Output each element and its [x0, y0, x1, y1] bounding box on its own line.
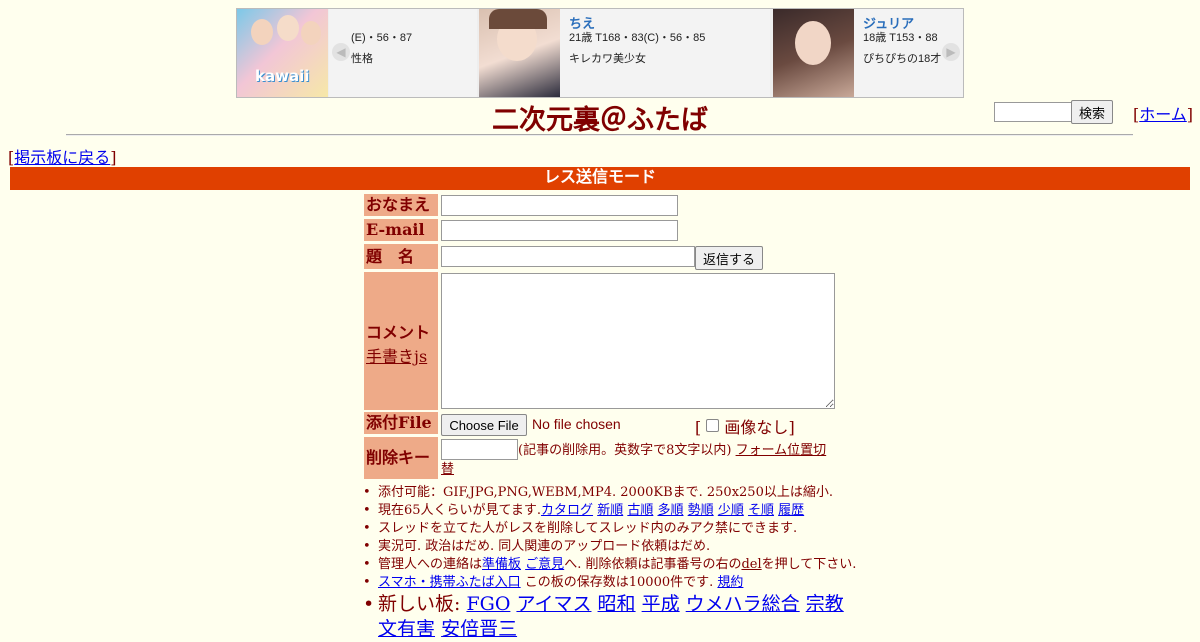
feedback-link[interactable]: ご意見: [525, 557, 564, 572]
viewer-count: 現在65人くらいが見てます.: [378, 503, 542, 518]
subject-field[interactable]: [441, 246, 695, 267]
ad-photo-2[interactable]: [479, 9, 560, 97]
note-item: スレッドを立てた人がレスを削除してスレッド内のみアク禁にできます.: [363, 520, 858, 538]
no-image-label: 画像なし: [724, 418, 789, 437]
comment-label: コメント: [366, 323, 431, 342]
sort-old-link[interactable]: 古順: [627, 503, 653, 518]
delkey-label: 削除キー: [364, 437, 438, 479]
board-link-bunyugai[interactable]: 文有害: [378, 618, 435, 640]
board-link-umehara[interactable]: ウメハラ総合: [686, 593, 800, 615]
handwrite-link[interactable]: 手書きjs: [366, 347, 427, 366]
mobile-entry-link[interactable]: スマホ・携帯ふたば入口: [378, 575, 521, 590]
new-boards-label: 新しい板:: [378, 593, 461, 615]
file-label: 添付File: [364, 412, 438, 434]
board-link-fgo[interactable]: FGO: [466, 593, 510, 615]
divider: [66, 134, 1133, 136]
sort-momentum-link[interactable]: 勢順: [688, 503, 714, 518]
note-item: 現在65人くらいが見てます.カタログ 新順 古順 多順 勢順 少順 そ順 履歴: [363, 502, 858, 520]
ad-card-3-line1: 18歳 T153・88: [863, 32, 938, 44]
note-text: 実況可. 政治はだめ. 同人関連のアップロード依頼はだめ.: [378, 539, 711, 554]
del-text: del: [741, 557, 762, 572]
search-input[interactable]: [994, 102, 1074, 122]
board-link-heisei[interactable]: 平成: [642, 593, 680, 615]
comment-field[interactable]: [441, 273, 835, 409]
email-label: E-mail: [364, 219, 438, 241]
note-item: スマホ・携帯ふたば入口 この板の保存数は10000件です. 規約: [363, 574, 858, 592]
sort-many-link[interactable]: 多順: [658, 503, 684, 518]
file-status: No file chosen: [532, 416, 621, 432]
note-text: へ. 削除依頼は記事番号の右の: [564, 557, 742, 572]
sort-so-link[interactable]: そ順: [748, 503, 774, 518]
ad-photo-1[interactable]: kawaii: [237, 9, 328, 97]
ad-prev-arrow-icon[interactable]: ◀: [332, 43, 350, 61]
board-link-showa[interactable]: 昭和: [598, 593, 636, 615]
comment-label-cell: コメント 手書きjs: [364, 272, 438, 410]
board-link-religion[interactable]: 宗教: [806, 593, 844, 615]
choose-file-button[interactable]: Choose File: [441, 414, 527, 436]
ad-card-2-line2: キレカワ美少女: [569, 53, 646, 65]
note-item: 実況可. 政治はだめ. 同人関連のアップロード依頼はだめ.: [363, 538, 858, 556]
home-nav: [ホーム]: [1133, 105, 1194, 124]
note-text: を押して下さい.: [761, 557, 857, 572]
ad-next-arrow-icon[interactable]: ▶: [942, 43, 960, 61]
back-nav: [掲示板に戻る]: [8, 148, 117, 167]
prep-board-link[interactable]: 準備板: [482, 557, 521, 572]
ad-photo-3[interactable]: [773, 9, 854, 97]
new-boards-item: 新しい板: FGO アイマス 昭和 平成 ウメハラ総合 宗教 文有害 安倍晋三: [363, 592, 858, 642]
subject-label: 題 名: [364, 244, 438, 269]
submit-button[interactable]: 返信する: [695, 246, 763, 270]
home-link[interactable]: ホーム: [1139, 105, 1187, 124]
board-link-imas[interactable]: アイマス: [516, 593, 591, 615]
delkey-note: (記事の削除用。英数字で8文字以内): [518, 443, 732, 458]
ad-card-3-line2: ぴちぴちの18才: [863, 53, 942, 65]
board-link-abe[interactable]: 安倍晋三: [441, 618, 517, 640]
note-text: 管理人への連絡は: [378, 557, 483, 572]
delkey-note-block: (記事の削除用。英数字で8文字以内) フォーム位置切替: [441, 441, 831, 479]
ad-banner[interactable]: kawaii ◀ ◀ (E)・56・87 性格 ちえ 21歳 T168・83(C…: [236, 8, 964, 98]
mode-bar: レス送信モード: [10, 167, 1190, 190]
note-text: 添付可能：GIF,JPG,PNG,WEBM,MP4. 2000KBまで. 250…: [378, 485, 833, 500]
no-image-option: [ 画像なし]: [695, 418, 795, 437]
note-item: 管理人への連絡は準備板 ご意見へ. 削除依頼は記事番号の右のdelを押して下さい…: [363, 556, 858, 574]
rules-link[interactable]: 規約: [717, 575, 743, 590]
history-link[interactable]: 履歴: [778, 503, 804, 518]
ad-logo: kawaii: [255, 67, 310, 85]
notes-list: 添付可能：GIF,JPG,PNG,WEBM,MP4. 2000KBまで. 250…: [363, 484, 858, 642]
note-text: この板の保存数は10000件です.: [524, 575, 714, 590]
ad-card-2-line1: 21歳 T168・83(C)・56・85: [569, 32, 706, 44]
catalog-link[interactable]: カタログ: [541, 503, 593, 518]
ad-card-1-line1: (E)・56・87: [351, 32, 413, 44]
note-item: 添付可能：GIF,JPG,PNG,WEBM,MP4. 2000KBまで. 250…: [363, 484, 858, 502]
email-field[interactable]: [441, 220, 678, 241]
sort-new-link[interactable]: 新順: [597, 503, 623, 518]
back-to-board-link[interactable]: 掲示板に戻る: [14, 148, 110, 167]
sort-few-link[interactable]: 少順: [718, 503, 744, 518]
search-button[interactable]: 検索: [1071, 100, 1113, 124]
name-field[interactable]: [441, 195, 678, 216]
ad-card-1-line2: 性格: [351, 53, 373, 65]
no-image-checkbox[interactable]: [706, 419, 720, 432]
note-text: スレッドを立てた人がレスを削除してスレッド内のみアク禁にできます.: [378, 521, 798, 536]
name-label: おなまえ: [364, 194, 438, 216]
